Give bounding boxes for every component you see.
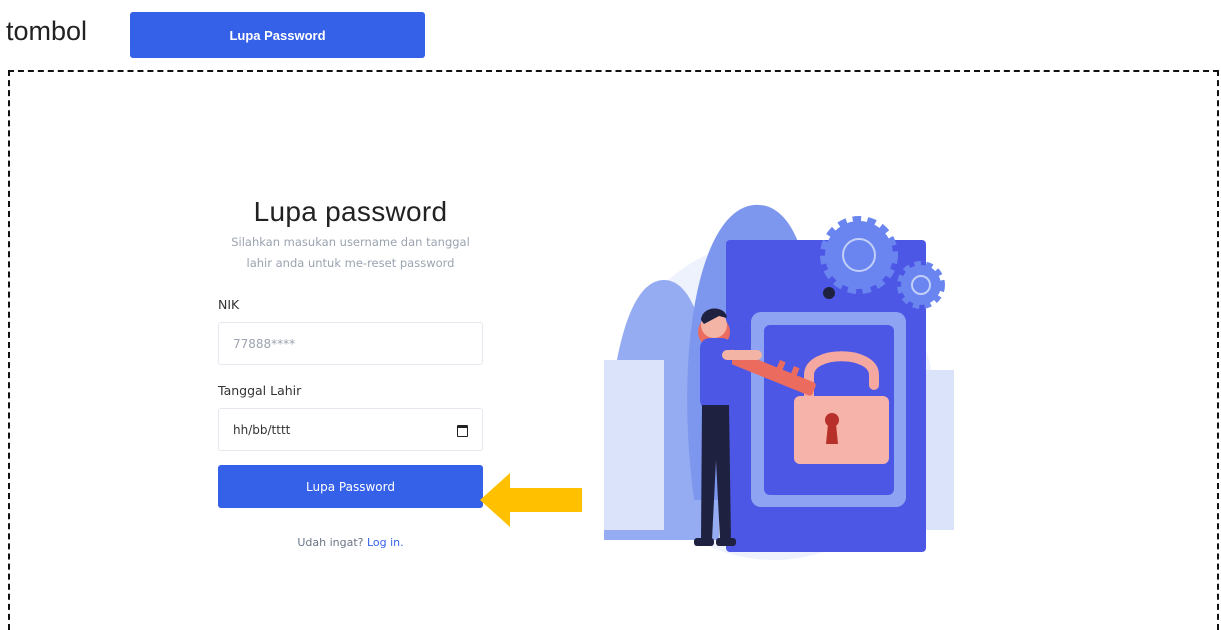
calendar-icon[interactable] <box>457 424 468 437</box>
lupa-password-button[interactable]: Lupa Password <box>218 465 483 508</box>
dob-placeholder: hh/bb/tttt <box>233 422 291 437</box>
dob-field[interactable]: hh/bb/tttt <box>218 408 483 451</box>
remember-text: Udah ingat? <box>297 536 364 549</box>
login-link[interactable]: Log in. <box>367 536 404 549</box>
dob-label: Tanggal Lahir <box>218 383 302 398</box>
arrow-shape <box>480 473 582 527</box>
nik-label: NIK <box>218 297 240 312</box>
page-subtitle: Silahkan masukan username dan tanggal la… <box>218 232 483 274</box>
pointer-arrow-icon <box>480 473 582 527</box>
forgot-password-form: Lupa password Silahkan masukan username … <box>218 196 483 549</box>
sample-lupa-password-button: Lupa Password <box>130 12 425 58</box>
subtitle-line-2: lahir anda untuk me-reset password <box>246 256 455 270</box>
nik-field[interactable]: 77888**** <box>218 322 483 365</box>
safe-bolt <box>823 287 835 299</box>
security-illustration <box>604 204 954 560</box>
subtitle-line-1: Silahkan masukan username dan tanggal <box>231 235 470 249</box>
login-prompt: Udah ingat? Log in. <box>218 536 483 549</box>
panel-left <box>604 360 664 530</box>
tombol-text: tombol <box>6 16 88 46</box>
nik-placeholder: 77888**** <box>233 336 296 351</box>
page-title: Lupa password <box>253 196 448 227</box>
